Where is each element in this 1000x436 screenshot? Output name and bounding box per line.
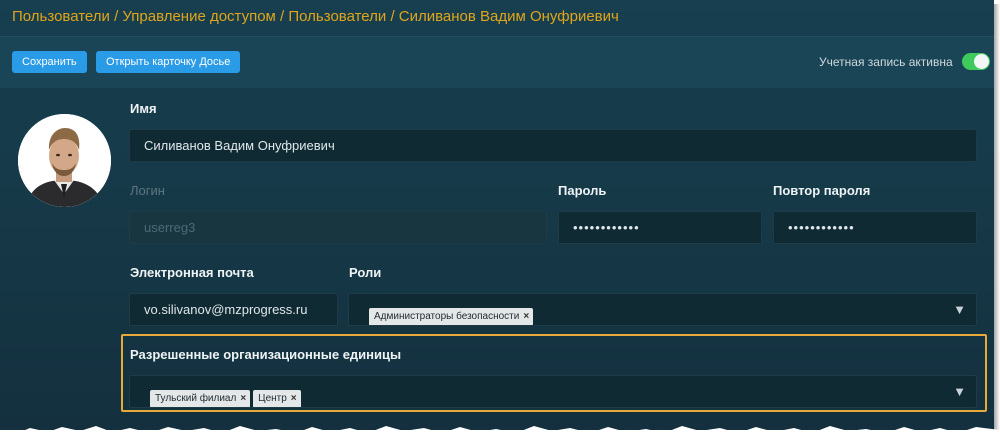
login-input[interactable]: userreg3	[129, 211, 547, 244]
password-repeat-input[interactable]: ••••••••••••	[773, 211, 977, 244]
password-label: Пароль	[558, 183, 607, 198]
highlight-frame	[121, 334, 987, 412]
account-active-toggle[interactable]	[962, 53, 990, 70]
account-active-label: Учетная запись активна	[819, 55, 953, 69]
save-button[interactable]: Сохранить	[12, 51, 87, 73]
email-label: Электронная почта	[130, 265, 254, 280]
roles-label: Роли	[349, 265, 382, 280]
toggle-knob	[974, 54, 989, 69]
login-label: Логин	[130, 183, 165, 198]
role-chip: Администраторы безопасности ×	[369, 307, 534, 325]
frame-shadow-right	[994, 4, 1000, 436]
name-label: Имя	[130, 101, 157, 116]
email-input[interactable]: vo.silivanov@mzprogress.ru	[129, 293, 338, 326]
user-edit-window: Пользователи / Управление доступом / Пол…	[0, 0, 994, 430]
user-photo	[18, 114, 111, 207]
avatar	[18, 114, 111, 207]
torn-edge	[0, 426, 1000, 436]
password-input[interactable]: ••••••••••••	[558, 211, 762, 244]
name-input[interactable]: Силиванов Вадим Онуфриевич	[129, 129, 977, 162]
password-repeat-label: Повтор пароля	[773, 183, 871, 198]
close-icon[interactable]: ×	[523, 311, 529, 322]
breadcrumb[interactable]: Пользователи / Управление доступом / Пол…	[12, 6, 619, 30]
roles-select[interactable]: Администраторы безопасности × ▼	[348, 293, 977, 326]
role-chip-label: Администраторы безопасности	[374, 310, 520, 322]
chevron-down-icon[interactable]: ▼	[953, 294, 966, 325]
open-dossier-card-button[interactable]: Открыть карточку Досье	[96, 51, 241, 73]
